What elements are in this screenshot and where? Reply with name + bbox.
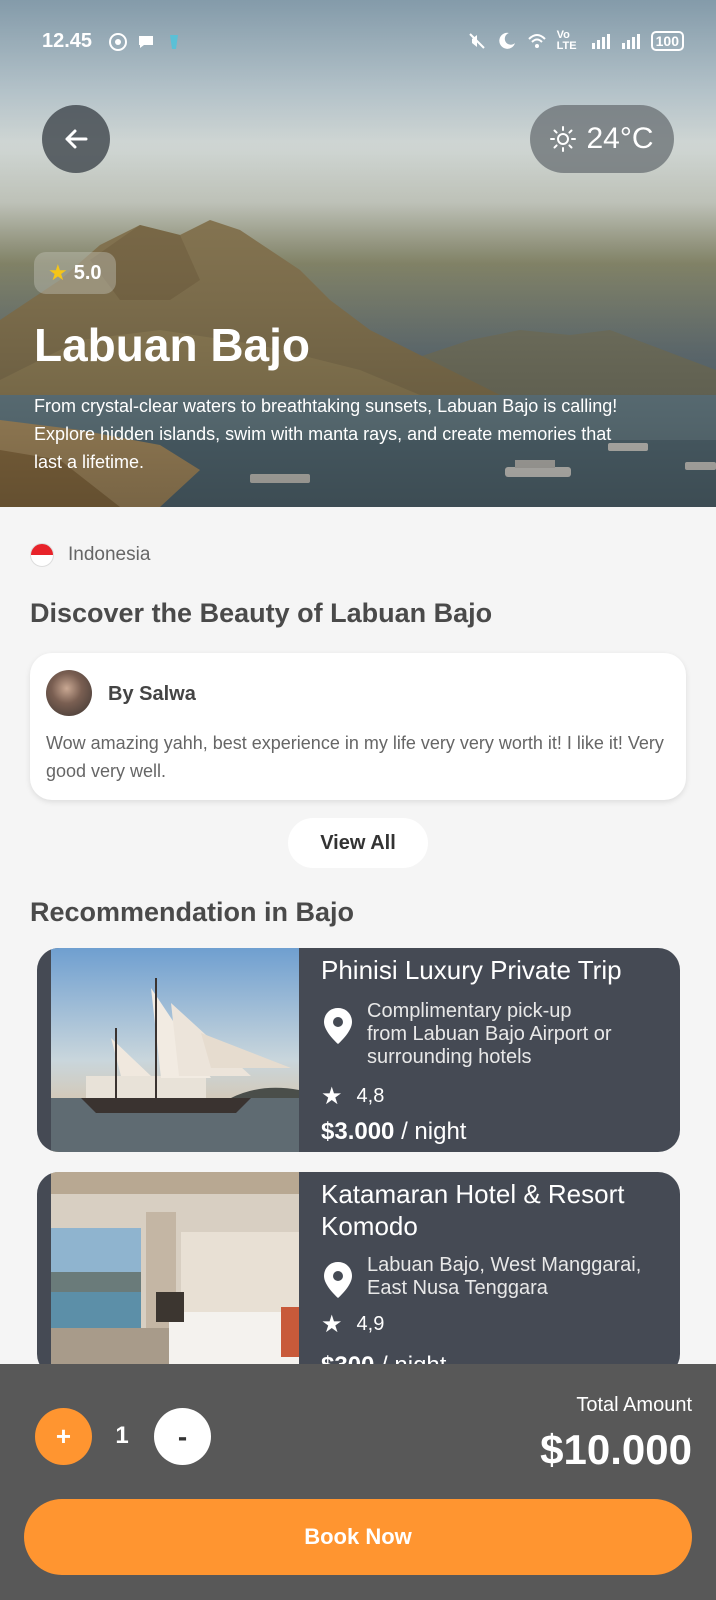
book-now-button[interactable]: Book Now [24, 1499, 692, 1575]
decrease-quantity-button[interactable]: - [154, 1408, 211, 1465]
mute-icon [468, 33, 485, 49]
review-author: By Salwa [108, 683, 196, 705]
moon-icon [498, 32, 515, 49]
recommendation-card[interactable]: Katamaran Hotel & Resort Komodo Labuan B… [37, 1172, 680, 1376]
location-pin-icon [321, 1000, 355, 1069]
status-time: 12.45 [42, 30, 93, 52]
rating-value: 4,8 [356, 1085, 385, 1107]
recommendation-rating: ★ 4,8 [321, 1082, 384, 1111]
chat-icon [139, 36, 153, 48]
avatar [46, 670, 92, 716]
status-bar: 12.45 Vo LTE 100 [0, 26, 716, 56]
recommendation-card[interactable]: Phinisi Luxury Private Trip Complimentar… [37, 948, 680, 1152]
recommendation-title: Recommendation in Bajo [30, 897, 355, 927]
whatsapp-icon [109, 33, 127, 51]
recommendation-name: Phinisi Luxury Private Trip [321, 955, 622, 985]
location-text: Labuan Bajo, West Manggarai, East Nusa T… [367, 1254, 642, 1299]
signal-icon [591, 34, 610, 49]
rating-value: 5.0 [73, 261, 102, 284]
booking-bar: + 1 - Total Amount $10.000 Book Now [0, 1364, 716, 1600]
sun-icon [550, 126, 577, 152]
recommendation-location: Complimentary pick-up from Labuan Bajo A… [321, 1000, 617, 1069]
indonesia-flag-icon [30, 543, 54, 567]
review-card: By Salwa Wow amazing yahh, best experien… [30, 653, 686, 800]
star-icon: ★ [321, 1083, 343, 1110]
system-icons: Vo LTE 100 [467, 30, 684, 52]
arrow-left-icon [65, 129, 88, 149]
hero-description: From crystal-clear waters to breathtakin… [34, 396, 618, 472]
recommendation-price: $3.000 / night [321, 1118, 466, 1146]
boat-image [51, 948, 299, 1152]
star-icon: ★ [321, 1311, 343, 1338]
price-value: $3.000 [321, 1118, 395, 1145]
recommendation-name: Katamaran Hotel & Resort Komodo [321, 1179, 625, 1241]
review-text: Wow amazing yahh, best experience in my … [46, 733, 664, 781]
signal-icon-2 [621, 34, 640, 49]
discover-title: Discover the Beauty of Labuan Bajo [30, 598, 493, 628]
total-amount-value: $10.000 [540, 1426, 692, 1473]
price-unit: / night [394, 1118, 467, 1145]
battery-icon: 100 [650, 31, 684, 51]
wifi-icon [527, 34, 546, 48]
country-name: Indonesia [68, 544, 151, 565]
view-all-button[interactable]: View All [288, 818, 428, 868]
notification-icons [108, 32, 184, 52]
weather-badge: 24°C [530, 105, 674, 173]
page-title: Labuan Bajo [34, 319, 311, 371]
recommendation-location: Labuan Bajo, West Manggarai, East Nusa T… [321, 1254, 657, 1306]
network-type: Vo LTE [556, 29, 577, 52]
location-text: Complimentary pick-up from Labuan Bajo A… [367, 1000, 612, 1068]
total-amount-label: Total Amount [576, 1394, 692, 1416]
country-row: Indonesia [30, 543, 150, 567]
app-icon [170, 35, 178, 49]
back-button[interactable] [42, 105, 110, 173]
recommendation-rating: ★ 4,9 [321, 1310, 384, 1339]
rating-value: 4,9 [356, 1313, 385, 1335]
location-pin-icon [321, 1254, 355, 1306]
quantity-value: 1 [115, 1422, 129, 1449]
increase-quantity-button[interactable]: + [35, 1408, 92, 1465]
rating-chip: ★ 5.0 [34, 252, 116, 294]
star-icon: ★ [48, 260, 68, 285]
hotel-room-image [51, 1172, 299, 1376]
temperature: 24°C [586, 122, 654, 155]
